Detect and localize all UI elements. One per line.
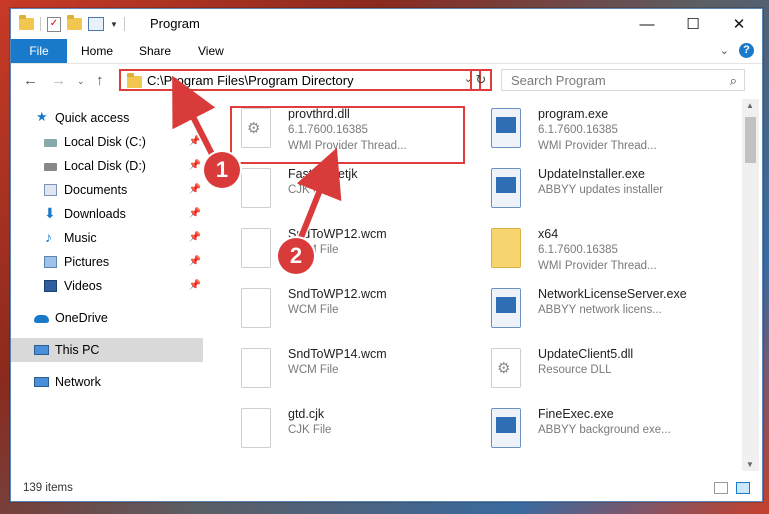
arrow-2 — [296, 147, 342, 242]
step-1-badge: 1 — [204, 152, 240, 188]
arrow-1 — [172, 75, 218, 162]
step-2-badge: 2 — [278, 238, 314, 274]
annotation-arrows — [172, 75, 342, 242]
